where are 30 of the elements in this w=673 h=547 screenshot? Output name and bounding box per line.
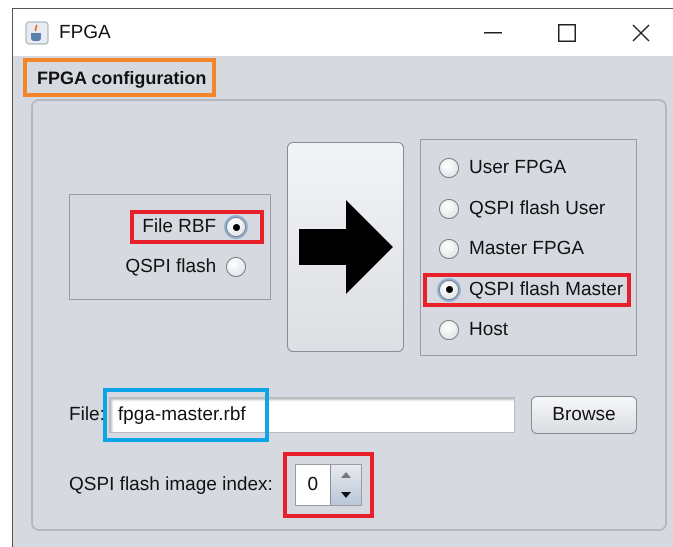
right-arrow-icon <box>298 200 393 294</box>
radio-label[interactable]: Master FPGA <box>469 238 584 260</box>
minimize-icon <box>484 32 502 34</box>
index-spinner[interactable]: 0 <box>294 464 362 506</box>
transfer-button[interactable] <box>287 142 404 352</box>
index-label: QSPI flash image index: <box>69 474 273 496</box>
radio-button[interactable] <box>439 158 460 178</box>
up-triangle-icon <box>340 472 351 478</box>
radio-label[interactable]: QSPI flash User <box>469 198 606 220</box>
radio-button[interactable] <box>226 217 246 238</box>
spinner-value: 0 <box>306 472 320 496</box>
radio-label[interactable]: User FPGA <box>469 157 566 180</box>
radio-button[interactable] <box>439 198 460 219</box>
radio-button[interactable] <box>439 280 460 300</box>
maximize-icon <box>558 24 576 42</box>
radio-label[interactable]: QSPI flash <box>125 256 216 278</box>
radio-label[interactable]: Host <box>469 319 508 342</box>
file-input-field[interactable]: fpga-master.rbf <box>108 396 515 432</box>
down-triangle-icon <box>340 492 351 498</box>
radio-button[interactable] <box>439 320 460 340</box>
close-icon <box>632 24 650 42</box>
window-title: FPGA <box>59 22 112 44</box>
file-label: File: <box>69 404 105 426</box>
browse-button[interactable]: Browse <box>530 396 637 434</box>
cup-icon <box>25 20 49 44</box>
radio-button[interactable] <box>439 239 460 260</box>
radio-label[interactable]: File RBF <box>142 216 216 238</box>
radio-label[interactable]: QSPI flash Master <box>469 278 624 301</box>
group-title: FPGA configuration <box>37 68 206 89</box>
radio-button[interactable] <box>226 257 246 278</box>
